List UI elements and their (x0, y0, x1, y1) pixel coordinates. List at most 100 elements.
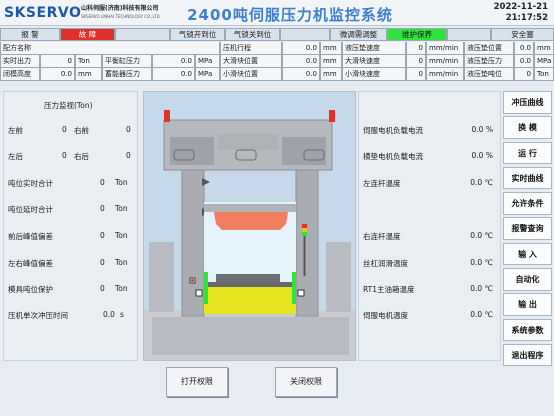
pressure-row-value: 0 (100, 178, 105, 187)
company-name-cn: 山科伺服(济南)科技有限公司 (81, 5, 159, 12)
small-slide-pos-unit: mm (320, 68, 342, 81)
pressure-row-unit: Ton (115, 231, 128, 240)
realtime-curve-button[interactable]: 实时曲线 (503, 166, 552, 190)
balance-cyl-label: 平衡缸压力 (102, 55, 152, 68)
motor-temperature-panel: 伺服电机负载电流 0.0 % 横垫电机负载电流 0.0 % 左连杆温度 0.0 … (358, 91, 501, 361)
company-logo: SKSERVO (4, 5, 82, 21)
data-row: 伺服电机温度 0.0 ℃ (363, 310, 499, 321)
pressure-row-unit: s (120, 310, 124, 319)
cushion-position-value: 0.0 (514, 42, 534, 55)
press-slide (204, 204, 296, 212)
recipe-name-label: 配方名称 (0, 42, 220, 55)
automation-button[interactable]: 自动化 (503, 268, 552, 291)
exit-program-button[interactable]: 退出程序 (503, 343, 552, 367)
left-front-value: 0 (62, 125, 67, 134)
date-text: 2022-11-21 (493, 2, 548, 12)
cushion-tonnage-value: 0 (514, 68, 534, 81)
switch-box-left (195, 289, 203, 297)
data-value: 0.0 (471, 125, 484, 134)
header-bar: SKSERVO 山科伺服(济南)科技有限公司 SKSERVO LINHAI TE… (0, 0, 554, 26)
big-slide-speed-unit: mm/min (426, 55, 464, 68)
status-row: 报 警 故 障 气锁开到位 气锁关到位 微调需调整 维护保养 安全塞 (0, 28, 554, 41)
pressure-row-unit: Ton (115, 204, 128, 213)
small-slide-speed-unit: mm/min (426, 68, 464, 81)
data-row: 左连杆温度 0.0 ℃ (363, 178, 499, 189)
lock-open-indicator: 气锁开到位 (170, 28, 225, 41)
small-slide-pos-label: 小滑块位置 (220, 68, 282, 81)
shut-height-unit: mm (75, 68, 102, 81)
big-slide-pos-label: 大滑块位置 (220, 55, 282, 68)
crown-center (218, 134, 278, 150)
safety-plug-indicator: 安全塞 (491, 28, 554, 41)
press-stroke-unit: mm (320, 42, 342, 55)
spacer-cell (115, 28, 170, 41)
time-text: 21:17:52 (505, 13, 548, 23)
pressure-row-label: 压机单次冲压时间 (8, 311, 68, 320)
shut-height-value: 0.0 (40, 68, 75, 81)
close-permission-button[interactable]: 关闭权限 (275, 367, 337, 397)
cushion-tonnage-unit: Ton (534, 68, 554, 81)
system-params-button[interactable]: 系统参数 (503, 318, 552, 342)
data-value: 0.0 (470, 258, 483, 267)
die-change-button[interactable]: 换 模 (503, 116, 552, 139)
data-value: 0.0 (470, 231, 483, 240)
cushion-pressure-unit: MPa (534, 55, 554, 68)
big-slide-speed-value: 0 (406, 55, 426, 68)
lower-die (216, 274, 280, 282)
right-front-label: 右前 (74, 126, 89, 135)
param-row: 配方名称 压机行程 0.0 mm 液压垫速度 0 mm/min 液压垫位置 0.… (0, 42, 554, 55)
output-button[interactable]: 输 出 (503, 293, 552, 316)
maintenance-indicator[interactable]: 维护保养 (387, 28, 447, 41)
small-slide-speed-label: 小滑块速度 (342, 68, 406, 81)
right-back-label: 右后 (74, 152, 89, 161)
signal-yellow (302, 228, 307, 232)
arrow-marker (202, 178, 210, 186)
data-unit: ℃ (484, 178, 493, 187)
data-unit: ℃ (484, 258, 493, 267)
data-row-label: RT1主油箱温度 (363, 285, 415, 294)
data-unit: ℃ (484, 231, 493, 240)
real-force-unit: Ton (75, 55, 102, 68)
accumulator-unit: MPa (195, 68, 220, 81)
press-curve-button[interactable]: 冲压曲线 (503, 91, 552, 114)
pressure-monitor-panel: 压力监视(Ton) 左前 0 右前 0 左后 0 右后 0 吨位实时合计 0 T… (3, 91, 138, 361)
pressure-row-label: 左右峰值偏差 (8, 259, 53, 268)
spacer-cell (280, 28, 330, 41)
cushion-position-unit: mm (534, 42, 554, 55)
data-row-value: 0.0 ℃ (470, 231, 493, 240)
left-back-label: 左后 (8, 152, 23, 161)
data-row-label: 伺服电机负载电流 (363, 126, 423, 135)
real-force-label: 实时出力 (0, 55, 40, 68)
accumulator-label: 蓄能器压力 (102, 68, 152, 81)
emergency-dot (191, 279, 194, 282)
run-button[interactable]: 运 行 (503, 141, 552, 165)
fault-indicator[interactable]: 故 障 (60, 28, 115, 41)
data-row-value: 0.0 ℃ (470, 178, 493, 187)
signal-pole (303, 236, 306, 276)
cushion-pressure-label: 液压垫压力 (464, 55, 514, 68)
balance-cyl-unit: MPa (195, 55, 220, 68)
data-row-value: 0.0 ℃ (470, 310, 493, 319)
pressure-row-value: 0 (100, 258, 105, 267)
data-row: RT1主油箱温度 0.0 ℃ (363, 284, 499, 295)
open-permission-button[interactable]: 打开权限 (166, 367, 228, 397)
pressure-row-value: 0 (100, 231, 105, 240)
signal-red (302, 224, 307, 228)
allow-conditions-button[interactable]: 允许条件 (503, 192, 552, 215)
alarm-query-button[interactable]: 报警查询 (503, 217, 552, 240)
pressure-row-label: 吨位延时合计 (8, 205, 53, 214)
pressure-row-value: 0.0 (103, 310, 115, 319)
input-button[interactable]: 输 入 (503, 242, 552, 266)
sensor-bar-left (204, 272, 208, 304)
data-row-value: 0.0 ℃ (470, 284, 493, 293)
data-row: 伺服电机负载电流 0.0 % (363, 125, 499, 136)
data-value: 0.0 (471, 151, 484, 160)
side-fixture-right (326, 242, 351, 312)
balance-cyl-value: 0.0 (152, 55, 195, 68)
cushion-speed-value: 0 (406, 42, 426, 55)
data-unit: % (485, 151, 493, 160)
press-illustration (144, 110, 355, 360)
lock-close-indicator: 气锁关到位 (225, 28, 280, 41)
company-name-en: SKSERVO LINHAI TECHNOLOGY CO.,LTD (81, 14, 160, 19)
small-slide-pos-value: 0.0 (282, 68, 320, 81)
